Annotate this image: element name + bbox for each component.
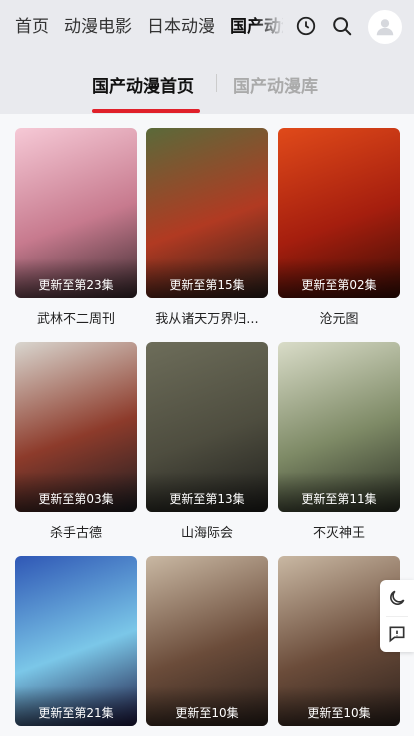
poster-image[interactable]: 更新至第02集 xyxy=(278,128,400,298)
category-nav: 首页 动漫电影 日本动漫 国产动漫 xyxy=(0,0,283,54)
active-tab-indicator xyxy=(92,109,200,113)
episode-badge: 更新至第23集 xyxy=(15,258,137,298)
sub-tabs: 国产动漫首页 国产动漫库 xyxy=(0,54,414,114)
episode-badge: 更新至10集 xyxy=(278,686,400,726)
floating-tools xyxy=(380,580,414,652)
tab-chinese-anime-library[interactable]: 国产动漫库 xyxy=(233,72,318,97)
anime-card[interactable]: 更新至第13集山海际会 xyxy=(146,342,268,541)
episode-badge: 更新至10集 xyxy=(146,686,268,726)
top-bar: 首页 动漫电影 日本动漫 国产动漫 xyxy=(0,0,414,54)
episode-badge: 更新至第11集 xyxy=(278,472,400,512)
anime-card[interactable]: 更新至第23集武林不二周刊 xyxy=(15,128,137,327)
episode-badge: 更新至第02集 xyxy=(278,258,400,298)
anime-title[interactable]: 杀手古德 xyxy=(15,522,137,541)
poster-image[interactable]: 更新至第11集 xyxy=(278,342,400,512)
dark-mode-icon[interactable] xyxy=(387,588,407,608)
nav-fade xyxy=(255,0,285,54)
tab-chinese-anime-home[interactable]: 国产动漫首页 xyxy=(92,72,194,97)
anime-title[interactable]: 沧元图 xyxy=(278,308,400,327)
anime-card[interactable]: 更新至第15集我从诸天万界归... xyxy=(146,128,268,327)
anime-title[interactable]: 武林不二周刊 xyxy=(15,308,137,327)
poster-image[interactable]: 更新至第15集 xyxy=(146,128,268,298)
history-icon[interactable] xyxy=(293,13,319,39)
poster-image[interactable]: 更新至第13集 xyxy=(146,342,268,512)
poster-image[interactable]: 更新至10集 xyxy=(146,556,268,726)
search-icon[interactable] xyxy=(329,13,355,39)
anime-card[interactable]: 更新至10集 xyxy=(146,556,268,736)
anime-title[interactable]: 我从诸天万界归... xyxy=(146,308,268,327)
anime-title[interactable]: 不灭神王 xyxy=(278,522,400,541)
poster-image[interactable]: 更新至第03集 xyxy=(15,342,137,512)
nav-item-home[interactable]: 首页 xyxy=(15,0,49,54)
episode-badge: 更新至第13集 xyxy=(146,472,268,512)
user-avatar-icon xyxy=(376,19,394,36)
anime-grid: 更新至第23集 武林不二周刊 更新至第15集 我从诸天万界归... 更新至第02集 沧元图… xyxy=(0,114,414,736)
anime-title[interactable]: 山海际会 xyxy=(146,522,268,541)
poster-image[interactable]: 更新至第23集 xyxy=(15,128,137,298)
avatar[interactable] xyxy=(368,10,402,44)
anime-card[interactable]: 更新至第21集 xyxy=(15,556,137,736)
episode-badge: 更新至第15集 xyxy=(146,258,268,298)
feedback-icon[interactable] xyxy=(387,624,407,644)
tab-divider xyxy=(216,74,217,92)
nav-item-anime-movies[interactable]: 动漫电影 xyxy=(64,0,132,54)
episode-badge: 更新至第21集 xyxy=(15,686,137,726)
anime-card[interactable]: 更新至第11集不灭神王 xyxy=(278,342,400,541)
poster-image[interactable]: 更新至第21集 xyxy=(15,556,137,726)
anime-card[interactable]: 更新至第02集沧元图 xyxy=(278,128,400,327)
float-divider xyxy=(386,616,408,617)
episode-badge: 更新至第03集 xyxy=(15,472,137,512)
nav-item-japanese-anime[interactable]: 日本动漫 xyxy=(147,0,215,54)
anime-card[interactable]: 更新至第03集杀手古德 xyxy=(15,342,137,541)
